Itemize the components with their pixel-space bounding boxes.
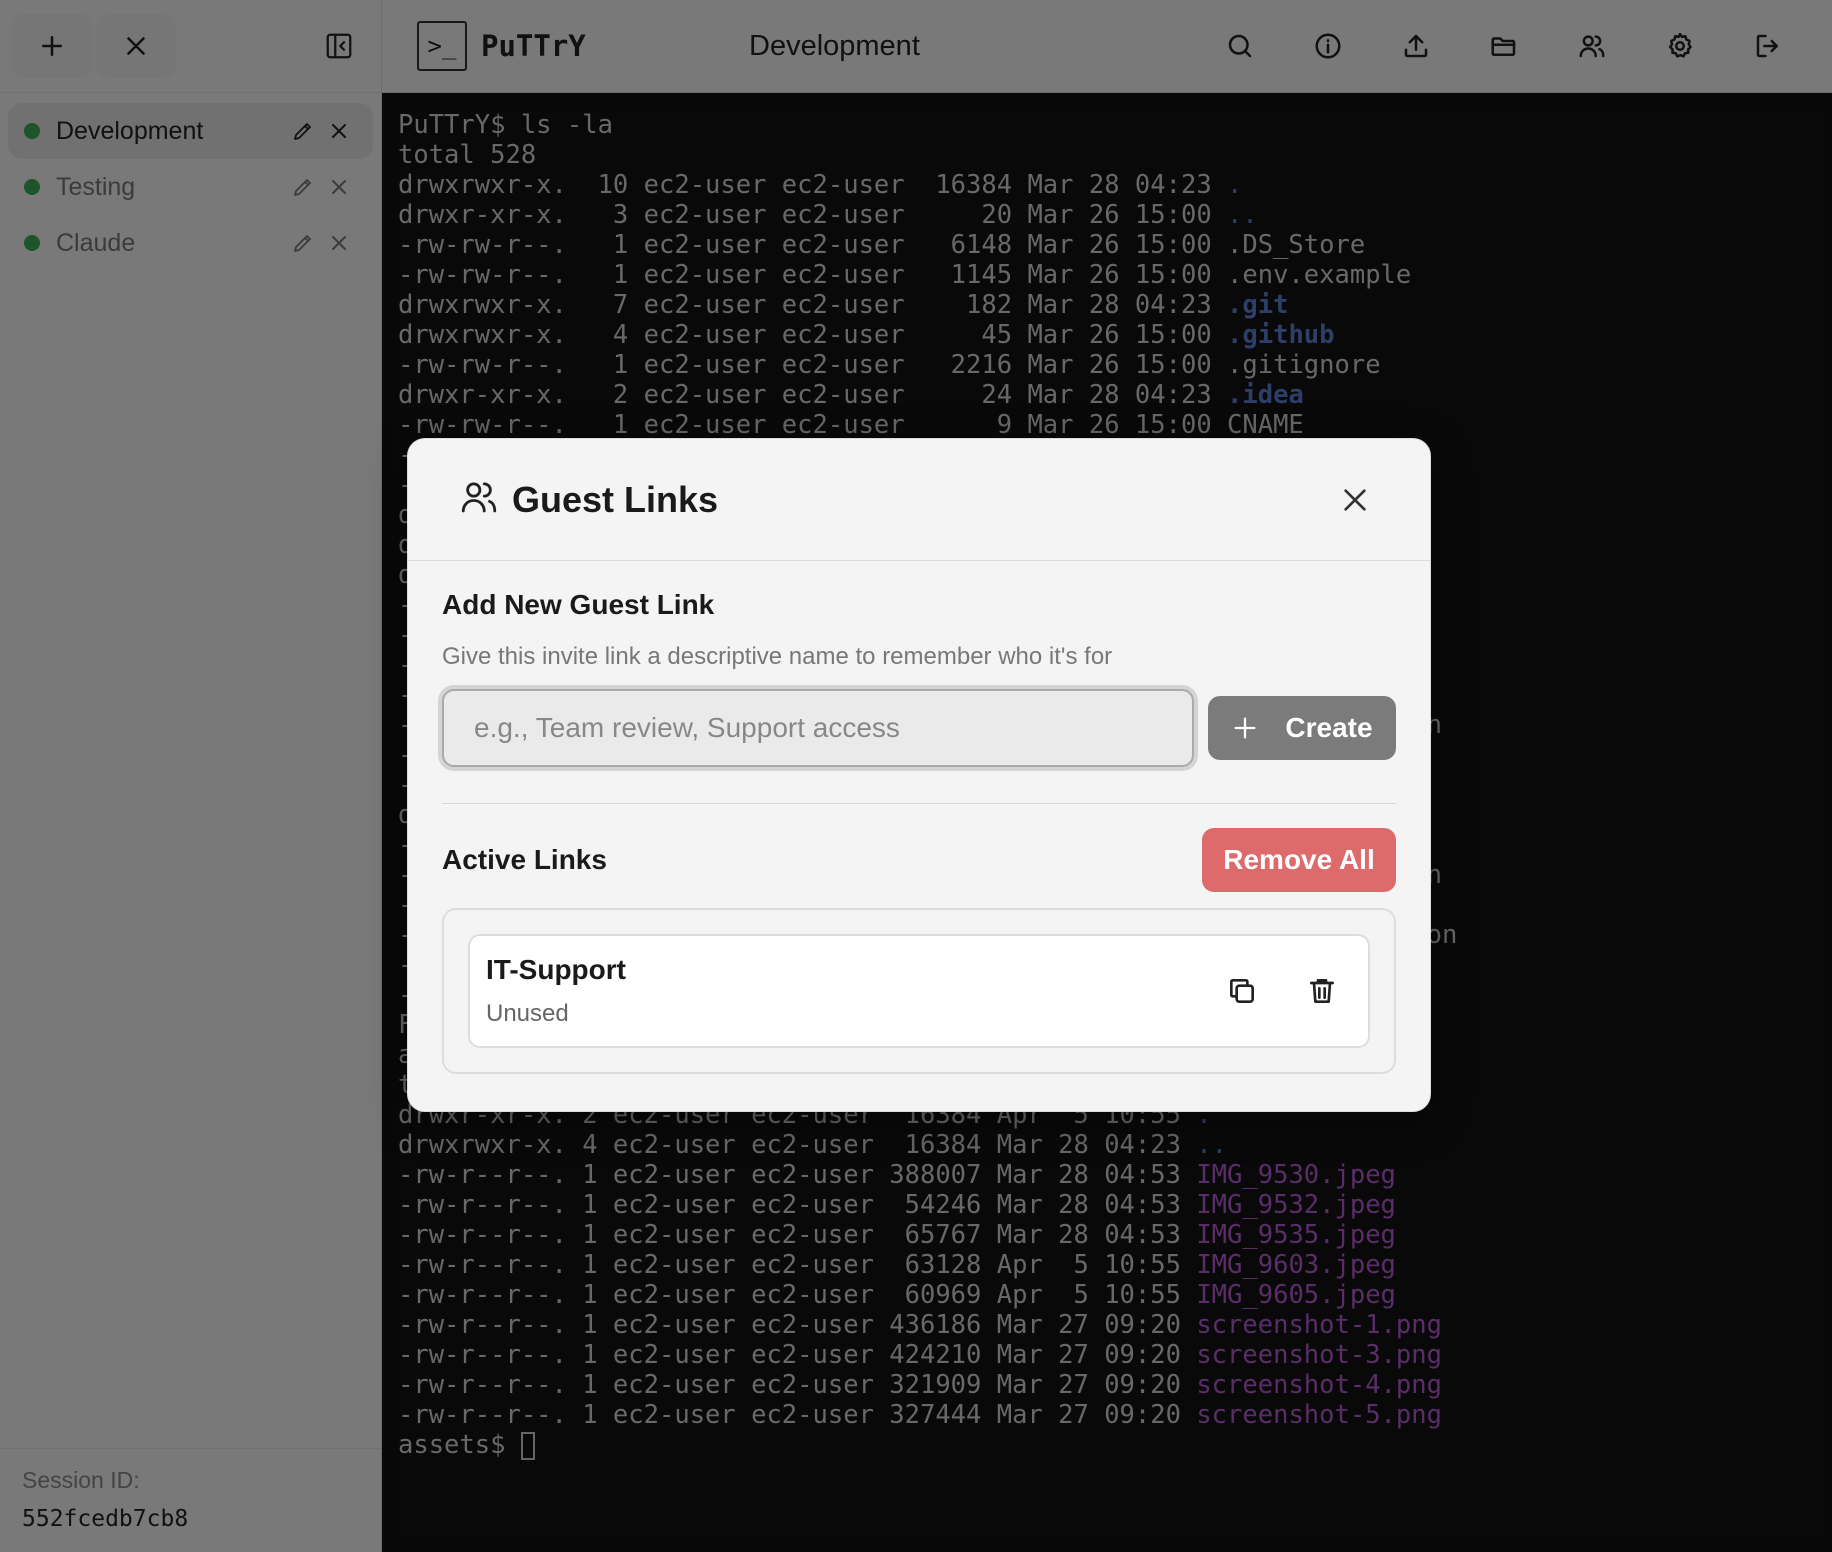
dialog-body: Add New Guest Link Give this invite link… bbox=[408, 589, 1430, 1074]
guest-link-info: IT-Support Unused bbox=[486, 954, 1192, 1028]
copy-icon bbox=[1230, 979, 1254, 1003]
add-link-heading: Add New Guest Link bbox=[442, 589, 715, 620]
dialog-close-button[interactable] bbox=[1330, 475, 1380, 525]
users-icon bbox=[458, 476, 500, 523]
active-links-header: Active Links Remove All bbox=[442, 828, 1396, 892]
delete-link-button[interactable] bbox=[1292, 961, 1352, 1021]
close-icon bbox=[1344, 488, 1366, 511]
create-link-button[interactable]: Create bbox=[1208, 696, 1396, 760]
guest-link-name: IT-Support bbox=[486, 954, 626, 985]
section-divider bbox=[442, 803, 1396, 804]
add-link-hint: Give this invite link a descriptive name… bbox=[442, 643, 1113, 670]
guest-link-item: IT-Support Unused bbox=[468, 934, 1370, 1048]
copy-link-button[interactable] bbox=[1212, 961, 1272, 1021]
guest-links-dialog: Guest Links Add New Guest Link Give this… bbox=[407, 438, 1431, 1112]
remove-all-button[interactable]: Remove All bbox=[1202, 828, 1396, 892]
add-link-form: Create bbox=[442, 689, 1396, 767]
plus-icon bbox=[1234, 717, 1256, 739]
create-link-label: Create bbox=[1285, 712, 1373, 743]
active-links-heading: Active Links bbox=[442, 844, 607, 875]
dialog-title: Guest Links bbox=[512, 478, 719, 520]
active-links-list: IT-Support Unused bbox=[442, 908, 1396, 1074]
guest-link-name-input[interactable] bbox=[442, 689, 1194, 767]
trash-icon bbox=[1310, 979, 1334, 1003]
dialog-header: Guest Links bbox=[408, 439, 1430, 561]
guest-link-status: Unused bbox=[486, 1000, 569, 1027]
